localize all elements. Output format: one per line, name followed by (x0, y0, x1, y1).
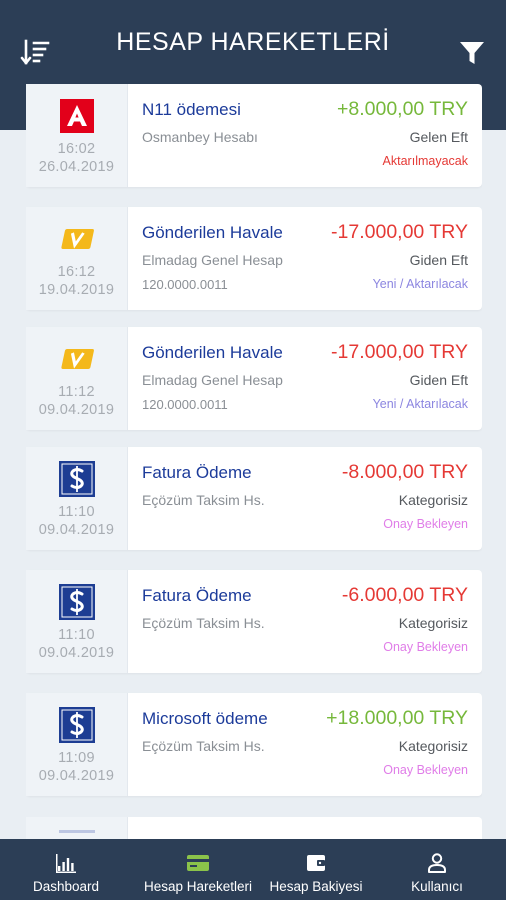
transaction-account: Eçözüm Taksim Hs. (142, 738, 265, 754)
bar-chart-icon (56, 854, 76, 873)
transaction-time: 11:12 (58, 384, 95, 400)
transaction-meta: 11:10 09.04.2019 (26, 447, 128, 550)
transaction-account: Eçözüm Taksim Hs. (142, 492, 265, 508)
transaction-title: Fatura Ödeme (142, 463, 252, 482)
transaction-status: Yeni / Aktarılacak (372, 277, 468, 291)
transaction-card[interactable]: 16:12 19.04.2019 Gönderilen Havale Elmad… (26, 207, 482, 310)
transaction-time: 11:10 (58, 504, 95, 520)
transaction-datetime: 11:10 09.04.2019 (26, 626, 127, 662)
transaction-list[interactable]: 16:02 26.04.2019 N11 ödemesi Osmanbey He… (26, 84, 482, 839)
transaction-type: Gelen Eft (409, 129, 468, 145)
transaction-meta: 11:12 09.04.2019 (26, 327, 128, 430)
nav-label-hesap-bakiyesi: Hesap Bakiyesi (269, 879, 363, 894)
transaction-datetime: 11:09 09.04.2019 (26, 749, 127, 785)
transaction-type: Giden Eft (409, 372, 468, 388)
transaction-card[interactable]: 11:10 09.04.2019 Fatura Ödeme Eçözüm Tak… (26, 570, 482, 673)
transaction-time: 11:10 (58, 627, 95, 643)
transaction-amount: -17.000,00 TRY (331, 341, 468, 363)
transaction-details: Microsoft ödeme Eçözüm Taksim Hs. +18.00… (128, 693, 482, 796)
transaction-datetime: 11:10 09.04.2019 (26, 503, 127, 539)
transaction-type: Kategorisiz (398, 615, 468, 631)
bottom-navigation: Dashboard Hesap Hareketleri Hesap Bakiye… (0, 839, 506, 900)
nav-label-hesap-hareketleri: Hesap Hareketleri (143, 879, 253, 894)
vakifbank-logo (61, 349, 94, 369)
transaction-card[interactable]: 16:02 26.04.2019 N11 ödemesi Osmanbey He… (26, 84, 482, 187)
transaction-amount: -6.000,00 TRY (341, 584, 468, 606)
nav-label-kullanici: Kullanıcı (411, 879, 463, 894)
transaction-time: 16:02 (57, 141, 96, 157)
transaction-meta: 11:10 09.04.2019 (26, 570, 128, 673)
transaction-account: Osmanbey Hesabı (142, 129, 258, 145)
user-icon (428, 853, 446, 873)
transaction-status: Onay Bekleyen (383, 763, 468, 777)
transaction-amount: +8.000,00 TRY (336, 98, 468, 120)
transaction-date: 09.04.2019 (38, 402, 115, 418)
transaction-date: 19.04.2019 (38, 282, 115, 298)
transaction-account: Elmadag Genel Hesap (142, 252, 283, 268)
transaction-details: Gönderilen Havale Elmadag Genel Hesap 12… (128, 207, 482, 310)
transaction-details: Fatura Ödeme Eçözüm Taksim Hs. -8.000,00… (128, 447, 482, 550)
transaction-status: Yeni / Aktarılacak (372, 397, 468, 411)
page-title: HESAP HAREKETLERİ (116, 27, 390, 56)
transaction-time: 16:12 (57, 264, 96, 280)
transaction-card[interactable]: 11:09 09.04.2019 Microsoft ödeme Eçözüm … (26, 693, 482, 796)
transaction-status: Aktarılmayacak (382, 154, 468, 168)
transaction-details: Gönderilen Havale Elmadag Genel Hesap 12… (128, 327, 482, 430)
transaction-date: 09.04.2019 (38, 768, 115, 784)
transaction-date: 26.04.2019 (38, 159, 115, 175)
transaction-datetime: 16:02 26.04.2019 (26, 140, 127, 176)
transaction-meta: 16:12 19.04.2019 (26, 207, 128, 310)
transaction-time: 11:09 (58, 750, 95, 766)
transaction-card-partial[interactable] (26, 817, 482, 839)
transaction-amount: -8.000,00 TRY (341, 461, 468, 483)
transaction-type: Kategorisiz (398, 492, 468, 508)
nav-dashboard[interactable]: Dashboard (0, 839, 132, 900)
sort-descending-icon[interactable] (20, 37, 52, 69)
bank-logo-partial (59, 830, 95, 833)
nav-label-dashboard: Dashboard (32, 879, 100, 894)
transaction-title: N11 ödemesi (142, 100, 241, 119)
transaction-card[interactable]: 11:10 09.04.2019 Fatura Ödeme Eçözüm Tak… (26, 447, 482, 550)
transaction-meta: 16:02 26.04.2019 (26, 84, 128, 187)
app-header: HESAP HAREKETLERİ (0, 0, 506, 84)
isbank-logo (59, 584, 95, 620)
nav-hesap-bakiyesi[interactable]: Hesap Bakiyesi (264, 839, 368, 900)
transaction-type: Kategorisiz (398, 738, 468, 754)
transaction-iban: 120.0000.0011 (142, 277, 228, 292)
transaction-datetime: 16:12 19.04.2019 (26, 263, 127, 299)
transaction-title: Microsoft ödeme (142, 709, 268, 728)
vakifbank-logo (61, 229, 94, 249)
isbank-logo (59, 707, 95, 743)
transaction-date: 09.04.2019 (38, 522, 115, 538)
transaction-details: N11 ödemesi Osmanbey Hesabı +8.000,00 TR… (128, 84, 482, 187)
credit-card-icon (187, 855, 209, 871)
transaction-status: Onay Bekleyen (383, 640, 468, 654)
transaction-datetime: 11:12 09.04.2019 (26, 383, 127, 419)
transaction-amount: -17.000,00 TRY (331, 221, 468, 243)
akbank-logo (60, 99, 94, 133)
transaction-type: Giden Eft (409, 252, 468, 268)
transaction-title: Gönderilen Havale (142, 343, 283, 362)
transaction-account: Eçözüm Taksim Hs. (142, 615, 265, 631)
transaction-account: Elmadag Genel Hesap (142, 372, 283, 388)
filter-icon[interactable] (458, 39, 486, 67)
transaction-title: Fatura Ödeme (142, 586, 252, 605)
transaction-title: Gönderilen Havale (142, 223, 283, 242)
nav-hesap-hareketleri[interactable]: Hesap Hareketleri (132, 839, 264, 900)
transaction-amount: +18.000,00 TRY (326, 707, 468, 729)
transaction-iban: 120.0000.0011 (142, 397, 228, 412)
wallet-icon (307, 855, 325, 871)
transaction-card[interactable]: 11:12 09.04.2019 Gönderilen Havale Elmad… (26, 327, 482, 430)
transaction-meta (26, 817, 128, 839)
transaction-status: Onay Bekleyen (383, 517, 468, 531)
isbank-logo (59, 461, 95, 497)
nav-kullanici[interactable]: Kullanıcı (368, 839, 506, 900)
transaction-details: Fatura Ödeme Eçözüm Taksim Hs. -6.000,00… (128, 570, 482, 673)
transaction-date: 09.04.2019 (38, 645, 115, 661)
transaction-meta: 11:09 09.04.2019 (26, 693, 128, 796)
